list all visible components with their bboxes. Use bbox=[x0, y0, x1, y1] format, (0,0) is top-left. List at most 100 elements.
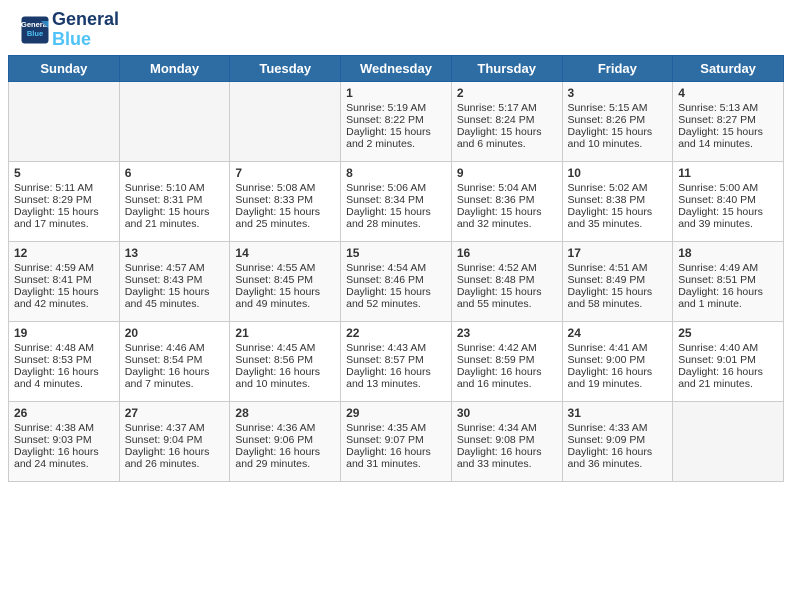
weekday-header-saturday: Saturday bbox=[673, 55, 784, 81]
calendar-container: SundayMondayTuesdayWednesdayThursdayFrid… bbox=[0, 55, 792, 490]
day-number: 24 bbox=[568, 326, 668, 340]
cell-text: Sunset: 8:38 PM bbox=[568, 194, 668, 206]
day-number: 18 bbox=[678, 246, 778, 260]
cell-text: Sunset: 8:53 PM bbox=[14, 354, 114, 366]
cell-text: Daylight: 15 hours and 58 minutes. bbox=[568, 286, 668, 310]
cell-text: Sunrise: 4:40 AM bbox=[678, 342, 778, 354]
calendar-cell: 31Sunrise: 4:33 AMSunset: 9:09 PMDayligh… bbox=[562, 401, 673, 481]
cell-text: Daylight: 15 hours and 42 minutes. bbox=[14, 286, 114, 310]
calendar-cell: 17Sunrise: 4:51 AMSunset: 8:49 PMDayligh… bbox=[562, 241, 673, 321]
cell-text: Sunset: 9:03 PM bbox=[14, 434, 114, 446]
cell-text: Sunset: 9:00 PM bbox=[568, 354, 668, 366]
weekday-header-friday: Friday bbox=[562, 55, 673, 81]
cell-text: Sunset: 8:59 PM bbox=[457, 354, 557, 366]
cell-text: Daylight: 16 hours and 24 minutes. bbox=[14, 446, 114, 470]
calendar-cell: 25Sunrise: 4:40 AMSunset: 9:01 PMDayligh… bbox=[673, 321, 784, 401]
calendar-cell: 16Sunrise: 4:52 AMSunset: 8:48 PMDayligh… bbox=[451, 241, 562, 321]
cell-text: Sunset: 8:24 PM bbox=[457, 114, 557, 126]
calendar-cell: 7Sunrise: 5:08 AMSunset: 8:33 PMDaylight… bbox=[230, 161, 341, 241]
logo: General Blue GeneralBlue bbox=[20, 10, 119, 50]
cell-text: Daylight: 15 hours and 55 minutes. bbox=[457, 286, 557, 310]
day-number: 23 bbox=[457, 326, 557, 340]
cell-text: Sunset: 8:41 PM bbox=[14, 274, 114, 286]
cell-text: Daylight: 16 hours and 26 minutes. bbox=[125, 446, 225, 470]
calendar-cell: 19Sunrise: 4:48 AMSunset: 8:53 PMDayligh… bbox=[9, 321, 120, 401]
calendar-cell bbox=[119, 81, 230, 161]
cell-text: Daylight: 15 hours and 52 minutes. bbox=[346, 286, 446, 310]
day-number: 1 bbox=[346, 86, 446, 100]
day-number: 27 bbox=[125, 406, 225, 420]
calendar-cell: 28Sunrise: 4:36 AMSunset: 9:06 PMDayligh… bbox=[230, 401, 341, 481]
cell-text: Daylight: 16 hours and 21 minutes. bbox=[678, 366, 778, 390]
day-number: 14 bbox=[235, 246, 335, 260]
cell-text: Sunset: 9:01 PM bbox=[678, 354, 778, 366]
cell-text: Daylight: 16 hours and 29 minutes. bbox=[235, 446, 335, 470]
cell-text: Sunset: 8:26 PM bbox=[568, 114, 668, 126]
cell-text: Sunset: 8:57 PM bbox=[346, 354, 446, 366]
calendar-cell: 11Sunrise: 5:00 AMSunset: 8:40 PMDayligh… bbox=[673, 161, 784, 241]
cell-text: Daylight: 16 hours and 10 minutes. bbox=[235, 366, 335, 390]
calendar-cell: 6Sunrise: 5:10 AMSunset: 8:31 PMDaylight… bbox=[119, 161, 230, 241]
cell-text: Sunset: 8:27 PM bbox=[678, 114, 778, 126]
cell-text: Sunrise: 4:49 AM bbox=[678, 262, 778, 274]
cell-text: Sunrise: 4:45 AM bbox=[235, 342, 335, 354]
cell-text: Daylight: 15 hours and 21 minutes. bbox=[125, 206, 225, 230]
day-number: 4 bbox=[678, 86, 778, 100]
weekday-header-wednesday: Wednesday bbox=[341, 55, 452, 81]
day-number: 10 bbox=[568, 166, 668, 180]
cell-text: Sunset: 8:56 PM bbox=[235, 354, 335, 366]
cell-text: Sunset: 8:31 PM bbox=[125, 194, 225, 206]
cell-text: Sunrise: 4:43 AM bbox=[346, 342, 446, 354]
cell-text: Sunset: 8:49 PM bbox=[568, 274, 668, 286]
cell-text: Daylight: 16 hours and 16 minutes. bbox=[457, 366, 557, 390]
weekday-header-thursday: Thursday bbox=[451, 55, 562, 81]
cell-text: Daylight: 15 hours and 39 minutes. bbox=[678, 206, 778, 230]
day-number: 13 bbox=[125, 246, 225, 260]
cell-text: Daylight: 16 hours and 4 minutes. bbox=[14, 366, 114, 390]
cell-text: Daylight: 15 hours and 45 minutes. bbox=[125, 286, 225, 310]
calendar-cell: 26Sunrise: 4:38 AMSunset: 9:03 PMDayligh… bbox=[9, 401, 120, 481]
cell-text: Sunrise: 4:59 AM bbox=[14, 262, 114, 274]
logo-icon: General Blue bbox=[20, 15, 50, 45]
cell-text: Daylight: 15 hours and 6 minutes. bbox=[457, 126, 557, 150]
cell-text: Sunrise: 5:13 AM bbox=[678, 102, 778, 114]
calendar-cell: 10Sunrise: 5:02 AMSunset: 8:38 PMDayligh… bbox=[562, 161, 673, 241]
calendar-cell: 2Sunrise: 5:17 AMSunset: 8:24 PMDaylight… bbox=[451, 81, 562, 161]
calendar-cell: 23Sunrise: 4:42 AMSunset: 8:59 PMDayligh… bbox=[451, 321, 562, 401]
calendar-cell: 1Sunrise: 5:19 AMSunset: 8:22 PMDaylight… bbox=[341, 81, 452, 161]
weekday-header-sunday: Sunday bbox=[9, 55, 120, 81]
cell-text: Sunset: 8:48 PM bbox=[457, 274, 557, 286]
cell-text: Sunrise: 5:06 AM bbox=[346, 182, 446, 194]
cell-text: Daylight: 16 hours and 13 minutes. bbox=[346, 366, 446, 390]
calendar-header: SundayMondayTuesdayWednesdayThursdayFrid… bbox=[9, 55, 784, 81]
calendar-cell: 5Sunrise: 5:11 AMSunset: 8:29 PMDaylight… bbox=[9, 161, 120, 241]
cell-text: Daylight: 15 hours and 28 minutes. bbox=[346, 206, 446, 230]
cell-text: Sunrise: 4:38 AM bbox=[14, 422, 114, 434]
svg-text:Blue: Blue bbox=[27, 29, 43, 38]
cell-text: Sunrise: 5:11 AM bbox=[14, 182, 114, 194]
day-number: 3 bbox=[568, 86, 668, 100]
cell-text: Daylight: 16 hours and 33 minutes. bbox=[457, 446, 557, 470]
calendar-cell: 9Sunrise: 5:04 AMSunset: 8:36 PMDaylight… bbox=[451, 161, 562, 241]
page-header: General Blue GeneralBlue bbox=[0, 0, 792, 55]
cell-text: Sunset: 8:34 PM bbox=[346, 194, 446, 206]
calendar-cell bbox=[9, 81, 120, 161]
cell-text: Sunrise: 5:04 AM bbox=[457, 182, 557, 194]
day-number: 31 bbox=[568, 406, 668, 420]
calendar-cell bbox=[230, 81, 341, 161]
week-row-1: 1Sunrise: 5:19 AMSunset: 8:22 PMDaylight… bbox=[9, 81, 784, 161]
cell-text: Daylight: 15 hours and 14 minutes. bbox=[678, 126, 778, 150]
week-row-2: 5Sunrise: 5:11 AMSunset: 8:29 PMDaylight… bbox=[9, 161, 784, 241]
cell-text: Sunset: 8:36 PM bbox=[457, 194, 557, 206]
cell-text: Sunrise: 4:48 AM bbox=[14, 342, 114, 354]
calendar-cell bbox=[673, 401, 784, 481]
cell-text: Daylight: 16 hours and 31 minutes. bbox=[346, 446, 446, 470]
day-number: 11 bbox=[678, 166, 778, 180]
cell-text: Sunset: 8:33 PM bbox=[235, 194, 335, 206]
cell-text: Sunrise: 4:36 AM bbox=[235, 422, 335, 434]
cell-text: Sunset: 8:22 PM bbox=[346, 114, 446, 126]
calendar-body: 1Sunrise: 5:19 AMSunset: 8:22 PMDaylight… bbox=[9, 81, 784, 481]
cell-text: Sunrise: 4:41 AM bbox=[568, 342, 668, 354]
cell-text: Sunrise: 5:08 AM bbox=[235, 182, 335, 194]
calendar-cell: 4 Sunrise: 5:13 AMSunset: 8:27 PMDaylight… bbox=[673, 81, 784, 161]
